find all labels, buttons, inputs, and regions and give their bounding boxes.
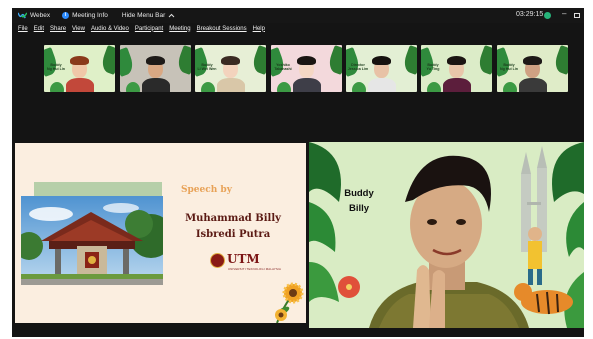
speaker-name-line1: Muhammad Billy xyxy=(185,213,281,224)
leaf-decoration xyxy=(277,82,291,92)
participant-name: Yoshiko Takahashi xyxy=(272,63,294,71)
minimize-icon[interactable]: – xyxy=(562,9,566,18)
app-name: Webex xyxy=(30,12,51,19)
participant-name: Buddy Ng Hui Lin xyxy=(45,63,67,71)
participant-name: Buddy Ng Hui Lin xyxy=(498,63,520,71)
info-icon: i xyxy=(62,12,70,19)
menu-meeting[interactable]: Meeting xyxy=(169,26,190,32)
participant-hair xyxy=(70,56,89,65)
participant-name: Buddy Yu Ting xyxy=(422,63,444,71)
webex-logo-icon xyxy=(18,12,27,19)
meeting-info-label: Meeting Info xyxy=(72,12,108,19)
campus-illustration xyxy=(21,196,163,285)
participant-name-line: Ng Hui Lin xyxy=(500,67,518,71)
leaf-decoration xyxy=(126,82,140,92)
meeting-info-button[interactable]: i Meeting Info xyxy=(62,12,108,19)
menu-breakout-sessions[interactable]: Breakout Sessions xyxy=(197,26,247,32)
menu-audio-video[interactable]: Audio & Video xyxy=(91,26,129,32)
menu-help[interactable]: Help xyxy=(253,26,265,32)
participant-hair xyxy=(523,56,542,65)
menu-file[interactable]: File xyxy=(18,26,28,32)
leaf-decoration xyxy=(503,82,517,92)
menu-bar: File Edit Share View Audio & Video Participan… xyxy=(12,23,584,34)
speaker-name-line: Buddy xyxy=(344,188,374,199)
participant-hair xyxy=(447,56,466,65)
utm-crest-icon xyxy=(210,253,225,268)
shared-slide: Speech by Muhammad Billy Isbredi Putra U… xyxy=(15,143,306,323)
participant-body xyxy=(368,78,396,92)
app-title[interactable]: Webex xyxy=(18,12,50,19)
participant-body xyxy=(519,78,547,92)
speech-by-label: Speech by xyxy=(181,185,232,195)
chevron-up-icon xyxy=(168,13,175,18)
participant-hair xyxy=(221,56,240,65)
maximize-icon[interactable] xyxy=(574,13,580,18)
speaker-name-label: Buddy Billy xyxy=(335,186,383,216)
participant-body xyxy=(443,78,471,92)
participant-tile[interactable]: Yoshiko Takahashi xyxy=(271,45,342,92)
participant-body xyxy=(293,78,321,92)
leaf-decoration xyxy=(201,82,215,92)
campus-photo xyxy=(21,196,163,285)
participant-body xyxy=(217,78,245,92)
participant-tile[interactable]: Buddy Ng Hui Lin xyxy=(44,45,115,92)
meeting-timer: 03:29:15 xyxy=(516,11,544,18)
menu-view[interactable]: View xyxy=(72,26,85,32)
participant-name-line: Ng Hui Lin xyxy=(47,67,65,71)
participant-name-line: Li Wei Wen xyxy=(197,67,217,71)
menu-participant[interactable]: Participant xyxy=(135,26,163,32)
participant-body xyxy=(142,78,170,92)
webex-window: Webex i Meeting Info Hide Menu Bar 03:29… xyxy=(12,8,584,337)
hide-menu-bar-label: Hide Menu Bar xyxy=(121,12,166,19)
participant-name-line: Yu Ting xyxy=(426,67,440,71)
menu-share[interactable]: Share xyxy=(50,26,66,32)
participant-tile[interactable]: Director Jessica Lim xyxy=(346,45,417,92)
participant-body xyxy=(66,78,94,92)
participant-tile[interactable]: Buddy Ng Hui Lin xyxy=(497,45,568,92)
speaker-name-line2: Isbredi Putra xyxy=(195,229,271,240)
participant-hair xyxy=(146,56,165,65)
active-speaker-video[interactable]: Buddy Billy xyxy=(309,142,584,328)
participant-hair xyxy=(297,56,316,65)
sunflower-icon xyxy=(275,282,304,323)
title-bar: Webex i Meeting Info Hide Menu Bar 03:29… xyxy=(12,8,584,23)
participant-tile[interactable]: Buddy Yu Ting xyxy=(421,45,492,92)
leaf-decoration xyxy=(427,82,441,92)
speaker-name-line: Billy xyxy=(348,203,370,214)
leaf-decoration xyxy=(50,82,64,92)
leaf-decoration xyxy=(352,82,366,92)
participant-name: Buddy Li Wei Wen xyxy=(196,63,218,71)
participant-tile[interactable]: Buddy Li Wei Wen xyxy=(195,45,266,92)
hide-menu-bar-button[interactable]: Hide Menu Bar xyxy=(122,12,175,19)
utm-logo-text: UTM xyxy=(227,252,260,266)
participant-tile[interactable] xyxy=(120,45,191,92)
menu-edit[interactable]: Edit xyxy=(34,26,44,32)
utm-logo-subtitle: UNIVERSITI TEKNOLOGI MALAYSIA xyxy=(228,267,282,271)
participant-name-line: Takahashi xyxy=(274,67,292,71)
connection-status-icon xyxy=(544,12,551,19)
speaker-video-frame xyxy=(309,142,584,328)
participant-hair xyxy=(372,56,391,65)
participant-name-line: Jessica Lim xyxy=(347,67,369,71)
participant-name: Director Jessica Lim xyxy=(347,63,369,71)
